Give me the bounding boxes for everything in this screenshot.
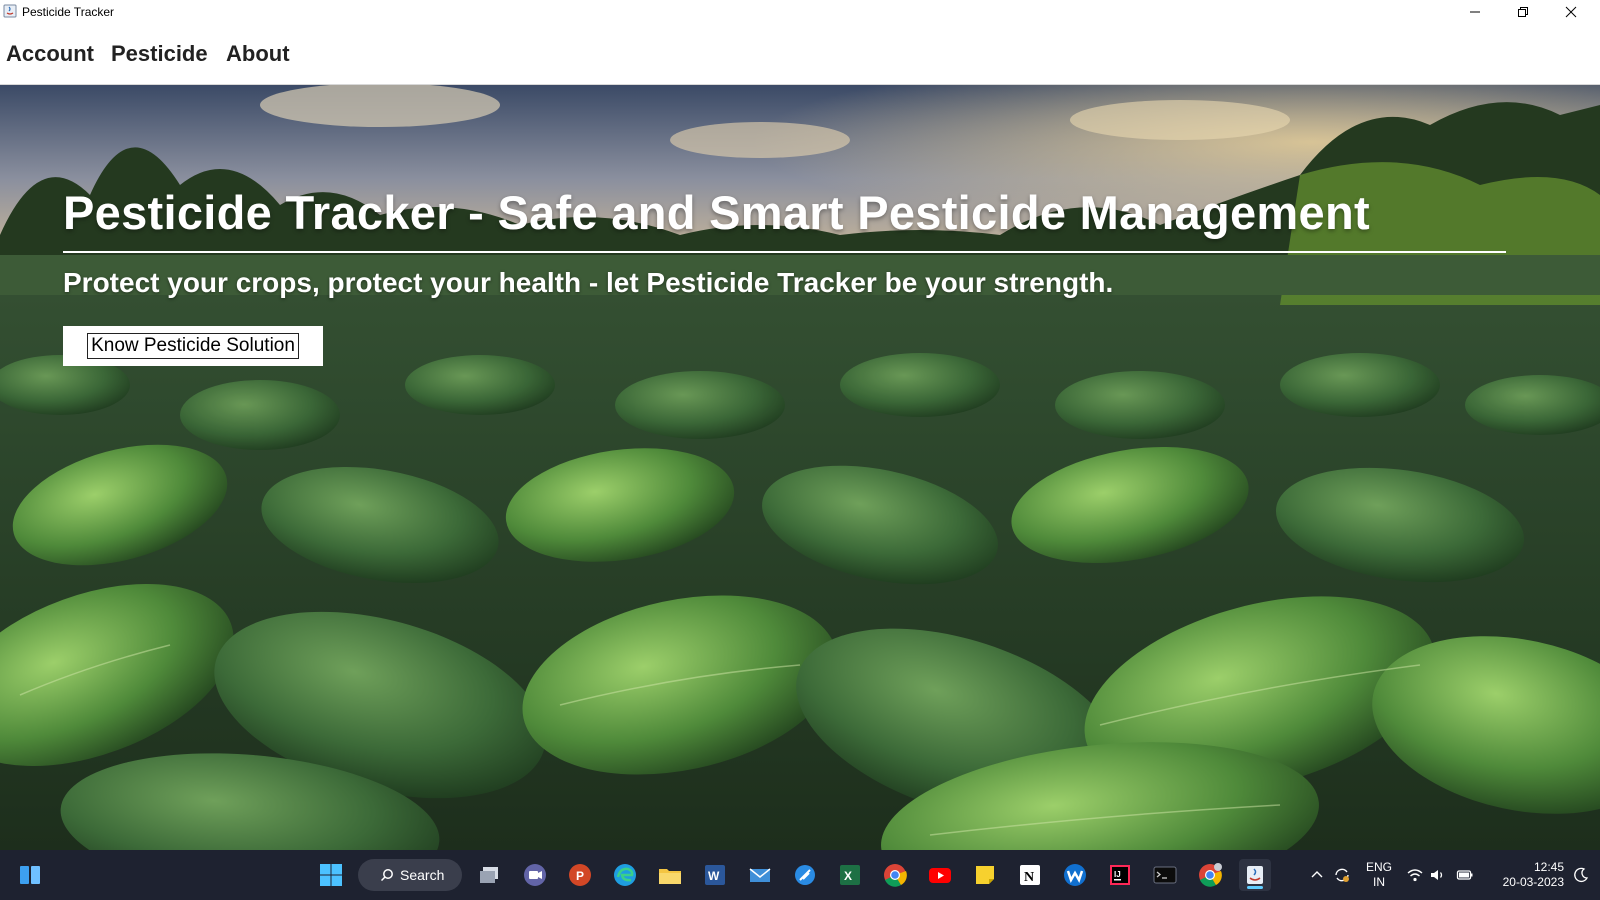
word-button[interactable]: W [699, 859, 731, 891]
powerpoint-icon: P [569, 864, 591, 886]
svg-text:X: X [844, 869, 852, 883]
webex-button[interactable] [1059, 859, 1091, 891]
volume-icon[interactable] [1429, 866, 1447, 884]
chrome-profile-button[interactable] [1194, 859, 1226, 891]
webex-icon [1064, 864, 1086, 886]
window-titlebar: Pesticide Tracker [0, 0, 1600, 24]
sticky-notes-icon [976, 866, 994, 884]
edge-button[interactable] [609, 859, 641, 891]
java-app-icon [1247, 866, 1263, 884]
minimize-icon [1470, 11, 1480, 13]
notion-icon: N [1020, 865, 1040, 885]
file-explorer-button[interactable] [654, 859, 686, 891]
minimize-button[interactable] [1452, 0, 1498, 24]
language-indicator[interactable]: ENG IN [1362, 860, 1396, 890]
powerpoint-button[interactable]: P [564, 859, 596, 891]
svg-text:P: P [576, 869, 584, 883]
search-icon [380, 869, 393, 882]
excel-button[interactable]: X [834, 859, 866, 891]
hero-title: Pesticide Tracker - Safe and Smart Pesti… [63, 186, 1370, 239]
restore-button[interactable] [1500, 0, 1546, 24]
svg-text:N: N [1024, 870, 1034, 885]
close-button[interactable] [1548, 0, 1594, 24]
menu-pesticide[interactable]: Pesticide [111, 41, 208, 67]
taskbar-search[interactable]: Search [358, 859, 462, 891]
teams-icon [524, 864, 546, 886]
task-view-icon [480, 867, 498, 883]
hero-subtitle: Protect your crops, protect your health … [63, 267, 1114, 298]
browser-button[interactable] [789, 859, 821, 891]
menu-account[interactable]: Account [6, 41, 94, 67]
widgets-button[interactable] [14, 859, 46, 891]
terminal-icon [1153, 866, 1177, 884]
menu-about[interactable]: About [226, 41, 290, 67]
intellij-icon: IJ [1110, 865, 1130, 885]
chrome-button[interactable] [879, 859, 911, 891]
teams-button[interactable] [519, 859, 551, 891]
mail-button[interactable] [744, 859, 776, 891]
widgets-icon [20, 866, 40, 884]
java-app-button[interactable] [1239, 859, 1271, 891]
notifications-icon[interactable] [1572, 866, 1590, 884]
search-label: Search [400, 867, 445, 883]
chevron-up-icon[interactable] [1308, 866, 1326, 884]
sync-icon[interactable] [1333, 866, 1351, 884]
edge-icon [614, 864, 636, 886]
java-app-icon [3, 4, 17, 18]
active-indicator [1247, 886, 1263, 889]
region-code: IN [1373, 875, 1385, 889]
close-icon [1565, 6, 1577, 18]
start-button[interactable] [315, 859, 347, 891]
taskbar: Search P W X N IJ ENG IN 12:45 20-03-202… [0, 850, 1600, 900]
terminal-button[interactable] [1149, 859, 1181, 891]
language-code: ENG [1365, 860, 1392, 874]
svg-text:IJ: IJ [1114, 870, 1121, 879]
svg-text:W: W [708, 869, 720, 883]
wifi-icon[interactable] [1406, 866, 1424, 884]
intellij-button[interactable]: IJ [1104, 859, 1136, 891]
start-icon [320, 864, 342, 886]
clock[interactable]: 12:45 20-03-2023 [1484, 860, 1564, 890]
menu-bar: Account Pesticide About [0, 24, 1600, 85]
sticky-notes-button[interactable] [969, 859, 1001, 891]
clock-time: 12:45 [1533, 860, 1564, 874]
word-icon: W [705, 865, 725, 885]
file-explorer-icon [659, 869, 681, 884]
restore-icon [1518, 7, 1528, 17]
youtube-icon [929, 868, 951, 883]
chrome-profile-icon [1199, 863, 1222, 887]
task-view-button[interactable] [474, 859, 506, 891]
excel-icon: X [840, 865, 860, 885]
mail-icon [749, 868, 771, 882]
notion-button[interactable]: N [1014, 859, 1046, 891]
hero-section: Pesticide Tracker - Safe and Smart Pesti… [0, 85, 1600, 850]
window-title: Pesticide Tracker [22, 5, 115, 19]
hero-divider [63, 251, 1506, 253]
youtube-button[interactable] [924, 859, 956, 891]
know-pesticide-solution-label: Know Pesticide Solution [87, 333, 299, 359]
clock-date: 20-03-2023 [1502, 875, 1564, 889]
battery-icon[interactable] [1456, 866, 1474, 884]
browser-icon [795, 865, 815, 885]
chrome-icon [884, 864, 907, 887]
know-pesticide-solution-button[interactable]: Know Pesticide Solution [63, 326, 323, 366]
